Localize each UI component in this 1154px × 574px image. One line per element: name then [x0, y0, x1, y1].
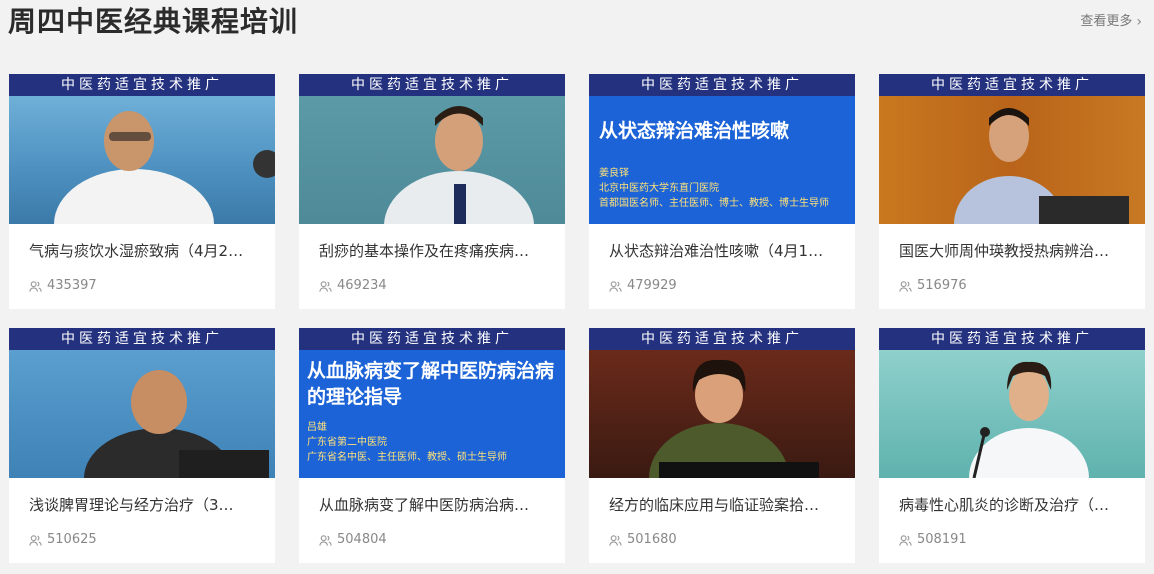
- viewers-icon: [899, 280, 912, 292]
- lecturer-illustration: [384, 106, 534, 224]
- lecturer-scene: [9, 350, 275, 478]
- view-count: 435397: [29, 276, 97, 296]
- slide-headline: 从状态辩治难治性咳嗽: [599, 120, 790, 142]
- course-banner: 中医药适宜技术推广: [299, 74, 565, 96]
- course-banner: 中医药适宜技术推广: [9, 328, 275, 350]
- lecturer-scene: [879, 96, 1145, 224]
- viewers-icon: [29, 280, 42, 292]
- course-banner: 中医药适宜技术推广: [589, 328, 855, 350]
- view-more-label: 查看更多: [1080, 14, 1133, 29]
- view-count: 504804: [319, 530, 387, 550]
- slide-speaker: 吕雄: [307, 422, 327, 433]
- view-count-value: 479929: [627, 278, 677, 293]
- course-card[interactable]: 中医药适宜技术推广 浅谈脾胃理论与经方治疗（3… 510625: [9, 328, 275, 563]
- view-count-value: 469234: [337, 278, 387, 293]
- course-card[interactable]: 中医药适宜技术推广 刮痧的基本操作及在疼痛疾病… 469234: [299, 74, 565, 309]
- course-banner: 中医药适宜技术推广: [9, 74, 275, 96]
- viewers-icon: [609, 534, 622, 546]
- view-count: 479929: [609, 276, 677, 296]
- view-count-value: 435397: [47, 278, 97, 293]
- course-card[interactable]: 中医药适宜技术推广 国医大师周仲瑛教授热病辨治… 516976: [879, 74, 1145, 309]
- viewers-icon: [609, 280, 622, 292]
- course-title: 病毒性心肌炎的诊断及治疗（…: [899, 496, 1110, 514]
- view-count: 516976: [899, 276, 967, 296]
- course-thumbnail: 中医药适宜技术推广 从状态辩治难治性咳嗽 姜良铎 北京中医药大学东直门医院 首都…: [589, 74, 855, 224]
- viewers-icon: [29, 534, 42, 546]
- course-banner: 中医药适宜技术推广: [879, 328, 1145, 350]
- view-count: 510625: [29, 530, 97, 550]
- section-title: 周四中医经典课程培训: [8, 5, 299, 38]
- course-thumbnail: 中医药适宜技术推广: [9, 74, 275, 224]
- course-grid: 中医药适宜技术推广 气病与痰饮水湿瘀致病（4月2… 435397 中医药适宜技术…: [9, 74, 1145, 564]
- viewers-icon: [319, 534, 332, 546]
- lecturer-illustration: [649, 359, 819, 478]
- course-title: 国医大师周仲瑛教授热病辨治…: [899, 242, 1110, 260]
- lecture-slide: 从血脉病变了解中医防病治病 的理论指导 吕雄 广东省第二中医院 广东省名中医、主…: [299, 350, 565, 478]
- course-banner: 中医药适宜技术推广: [879, 74, 1145, 96]
- course-title: 从血脉病变了解中医防病治病…: [319, 496, 530, 514]
- view-count-value: 516976: [917, 278, 967, 293]
- lecturer-scene: [879, 350, 1145, 478]
- lecturer-illustration: [954, 108, 1129, 224]
- view-count-value: 510625: [47, 532, 97, 547]
- view-count: 501680: [609, 530, 677, 550]
- section-header: 周四中医经典课程培训 查看更多 ›: [0, 0, 1154, 50]
- slide-affiliation: 广东省第二中医院: [307, 437, 387, 448]
- view-more-link[interactable]: 查看更多 ›: [1080, 12, 1142, 32]
- course-title: 浅谈脾胃理论与经方治疗（3…: [29, 496, 234, 514]
- slide-headline-line2: 的理论指导: [307, 386, 403, 408]
- course-card[interactable]: 中医药适宜技术推广 气病与痰饮水湿瘀致病（4月2… 435397: [9, 74, 275, 309]
- viewers-icon: [319, 280, 332, 292]
- course-card[interactable]: 中医药适宜技术推广 经方的临床应用与临证验案拾… 501680: [589, 328, 855, 563]
- view-count: 469234: [319, 276, 387, 296]
- course-thumbnail: 中医药适宜技术推广: [299, 74, 565, 224]
- lecture-slide: 从状态辩治难治性咳嗽 姜良铎 北京中医药大学东直门医院 首都国医名师、主任医师、…: [589, 96, 855, 224]
- course-title: 刮痧的基本操作及在疼痛疾病…: [319, 242, 530, 260]
- course-thumbnail: 中医药适宜技术推广: [589, 328, 855, 478]
- course-title: 从状态辩治难治性咳嗽（4月1…: [609, 242, 824, 260]
- slide-affiliation: 北京中医药大学东直门医院: [599, 183, 719, 194]
- view-count-value: 501680: [627, 532, 677, 547]
- view-count-value: 508191: [917, 532, 967, 547]
- lecturer-illustration: [84, 370, 269, 478]
- course-card[interactable]: 中医药适宜技术推广 从血脉病变了解中医防病治病 的理论指导 吕雄 广东省第二中医…: [299, 328, 565, 563]
- course-thumbnail: 中医药适宜技术推广 从血脉病变了解中医防病治病 的理论指导 吕雄 广东省第二中医…: [299, 328, 565, 478]
- lecturer-scene: [9, 96, 275, 224]
- course-thumbnail: 中医药适宜技术推广: [879, 74, 1145, 224]
- lecturer-illustration: [54, 111, 275, 224]
- course-title: 气病与痰饮水湿瘀致病（4月2…: [29, 242, 244, 260]
- slide-credentials: 首都国医名师、主任医师、博士、教授、博士生导师: [599, 198, 829, 209]
- lecturer-scene: [589, 350, 855, 478]
- slide-speaker: 姜良铎: [599, 168, 629, 179]
- slide-credentials: 广东省名中医、主任医师、教授、硕士生导师: [307, 452, 507, 463]
- slide-headline: 从血脉病变了解中医防病治病: [307, 360, 555, 382]
- course-title: 经方的临床应用与临证验案拾…: [609, 496, 820, 514]
- viewers-icon: [899, 534, 912, 546]
- lecturer-scene: [299, 96, 565, 224]
- view-count-value: 504804: [337, 532, 387, 547]
- course-thumbnail: 中医药适宜技术推广: [879, 328, 1145, 478]
- chevron-right-icon: ›: [1136, 14, 1142, 30]
- course-banner: 中医药适宜技术推广: [299, 328, 565, 350]
- course-card[interactable]: 中医药适宜技术推广 从状态辩治难治性咳嗽 姜良铎 北京中医药大学东直门医院 首都…: [589, 74, 855, 309]
- view-count: 508191: [899, 530, 967, 550]
- lecturer-illustration: [969, 361, 1089, 478]
- course-card[interactable]: 中医药适宜技术推广 病毒性心肌炎的诊断及治疗（… 508191: [879, 328, 1145, 563]
- course-thumbnail: 中医药适宜技术推广: [9, 328, 275, 478]
- course-banner: 中医药适宜技术推广: [589, 74, 855, 96]
